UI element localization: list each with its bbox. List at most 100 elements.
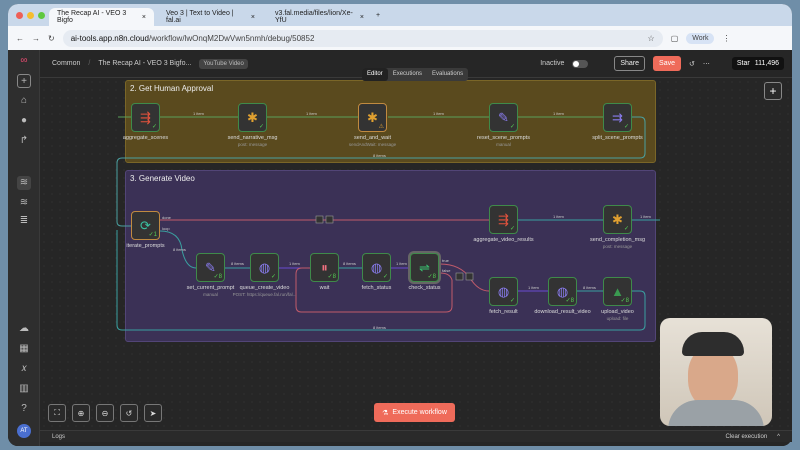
node-label: fetch_status	[361, 285, 392, 291]
node-subtitle: post: message	[602, 244, 633, 249]
slack-icon: ✱	[247, 109, 258, 125]
run-count: 8	[332, 274, 336, 280]
node-download-result-video[interactable]: ◍ download_result_video ✓8	[534, 277, 591, 315]
node-label: split_scene_prompts	[592, 135, 643, 141]
success-check-icon: ✓	[509, 298, 515, 304]
globe-icon: ◍	[370, 259, 383, 275]
node-subtitle: manual	[203, 292, 218, 297]
edge-label: 8 items	[373, 325, 386, 330]
edge-label: 1 item	[528, 285, 540, 290]
node-subtitle: sendAndWait: message	[348, 142, 397, 147]
success-check-icon: ✓1	[148, 232, 157, 238]
node-label: reset_scene_prompts	[477, 135, 530, 141]
success-check-icon: ✓	[509, 226, 515, 232]
success-check-icon: ✓8	[427, 274, 436, 280]
success-check-icon: ✓	[270, 274, 276, 280]
edge-label: done	[162, 215, 172, 220]
success-check-icon: ✓	[382, 274, 388, 280]
node-fetch-status[interactable]: ◍ fetch_status ✓	[362, 253, 391, 291]
success-check-icon: ✓	[258, 124, 264, 130]
tab-editor[interactable]: Editor	[362, 68, 388, 81]
success-check-icon: ✓	[623, 124, 629, 130]
success-check-icon: ✓	[623, 226, 629, 232]
aggregate-icon: ⇶	[498, 211, 509, 227]
execute-workflow-button[interactable]: ⚗ Execute workflow	[374, 403, 455, 422]
slack-icon: ✱	[367, 109, 378, 125]
node-label: queue_create_video	[239, 285, 290, 291]
run-count: 8	[570, 298, 574, 304]
tab-evaluations[interactable]: Evaluations	[427, 68, 468, 81]
aggregate-icon: ⇶	[140, 109, 151, 125]
node-aggregate-scenes[interactable]: ⇶ aggregate_scenes ✓	[123, 103, 168, 141]
edge-label: 1 item	[553, 214, 565, 219]
flask-icon: ⚗	[382, 409, 389, 417]
execute-label: Execute workflow	[392, 409, 447, 416]
select-tool-button[interactable]: ➤	[144, 404, 162, 422]
delete-connection-button[interactable]	[325, 215, 334, 224]
node-label: set_current_prompt	[186, 285, 235, 291]
success-check-icon: ✓8	[327, 274, 336, 280]
node-subtitle: manual	[496, 142, 511, 147]
webcam-video-overlay	[660, 318, 772, 426]
node-wait[interactable]: ⏸ wait ✓8	[310, 253, 339, 291]
edge-label: loop	[162, 226, 170, 231]
reset-zoom-button[interactable]: ↺	[120, 404, 138, 422]
node-subtitle: post: message	[237, 142, 268, 147]
node-fetch-result[interactable]: ◍ fetch_result ✓	[489, 277, 518, 315]
delete-connection-button[interactable]	[465, 272, 474, 281]
node-label: send_narrative_msg	[227, 135, 278, 141]
edge-label: 1 item	[396, 261, 408, 266]
split-icon: ⇉	[612, 109, 623, 125]
node-label: fetch_result	[489, 309, 518, 315]
node-label: wait	[319, 285, 330, 291]
globe-icon: ◍	[258, 259, 271, 275]
edge-label: 1 item	[289, 261, 301, 266]
node-label: check_status	[408, 285, 441, 291]
edge-label: 8 items	[583, 285, 596, 290]
connection[interactable]	[116, 116, 646, 227]
success-check-icon: ✓8	[620, 298, 629, 304]
zoom-out-button[interactable]: ⊖	[96, 404, 114, 422]
node-iterate-prompts[interactable]: ⟳ iterate_prompts ✓1	[126, 211, 165, 249]
node-reset-scene-prompts[interactable]: ✎ reset_scene_prompts manual ✓	[477, 103, 530, 147]
edge-label: 1 item	[306, 111, 318, 116]
edge-label: 8 items	[231, 261, 244, 266]
edge-label: true	[442, 258, 450, 263]
view-tabs: Editor Executions Evaluations	[362, 68, 469, 81]
node-send-and-wait[interactable]: ✱ send_and_wait sendAndWait: message ⚠	[349, 103, 396, 147]
node-queue-create-video[interactable]: ◍ queue_create_video POST: https://queue…	[233, 253, 296, 297]
node-subtitle: POST: https://queue.fal.run/fal...	[232, 292, 297, 297]
run-count: 8	[625, 298, 629, 304]
node-label: send_completion_msg	[589, 237, 646, 243]
zoom-in-button[interactable]: ⊕	[72, 404, 90, 422]
node-set-current-prompt[interactable]: ✎ set_current_prompt manual ✓8	[187, 253, 234, 297]
edge-label: 1 item	[193, 111, 205, 116]
edge-label: 8 items	[373, 153, 386, 158]
node-aggregate-video-results[interactable]: ⇶ aggregate_video_results ✓	[473, 205, 534, 243]
node-label: iterate_prompts	[126, 243, 165, 249]
node-check-status[interactable]: ⇌ check_status ✓8	[408, 253, 441, 291]
add-node-button[interactable]	[455, 272, 464, 281]
success-check-icon: ✓	[151, 124, 157, 130]
node-label: aggregate_video_results	[473, 237, 534, 243]
edge-label: 8 items	[343, 261, 356, 266]
node-send-narrative-msg[interactable]: ✱ send_narrative_msg post: message ✓	[228, 103, 277, 147]
success-check-icon: ✓	[509, 124, 515, 130]
node-split-scene-prompts[interactable]: ⇉ split_scene_prompts ✓	[592, 103, 643, 141]
node-send-completion-msg[interactable]: ✱ send_completion_msg post: message ✓	[590, 205, 645, 249]
add-node-button[interactable]	[315, 215, 324, 224]
run-count: 8	[218, 274, 222, 280]
tab-executions[interactable]: Executions	[388, 68, 427, 81]
fit-view-button[interactable]: ⛶	[48, 404, 66, 422]
node-label: send_and_wait	[353, 135, 392, 141]
success-check-icon: ✓8	[565, 298, 574, 304]
node-label: upload_video	[601, 309, 634, 315]
warning-icon: ⚠	[378, 124, 384, 130]
node-upload-video[interactable]: ▲ upload_video upload: file ✓8	[601, 277, 634, 321]
pencil-icon: ✎	[498, 109, 509, 125]
edge-label: 1 item	[553, 111, 565, 116]
edge-label: 1 item	[640, 214, 652, 219]
success-check-icon: ✓8	[213, 274, 222, 280]
node-label: download_result_video	[534, 309, 591, 315]
edge-label: 1 item	[433, 111, 445, 116]
